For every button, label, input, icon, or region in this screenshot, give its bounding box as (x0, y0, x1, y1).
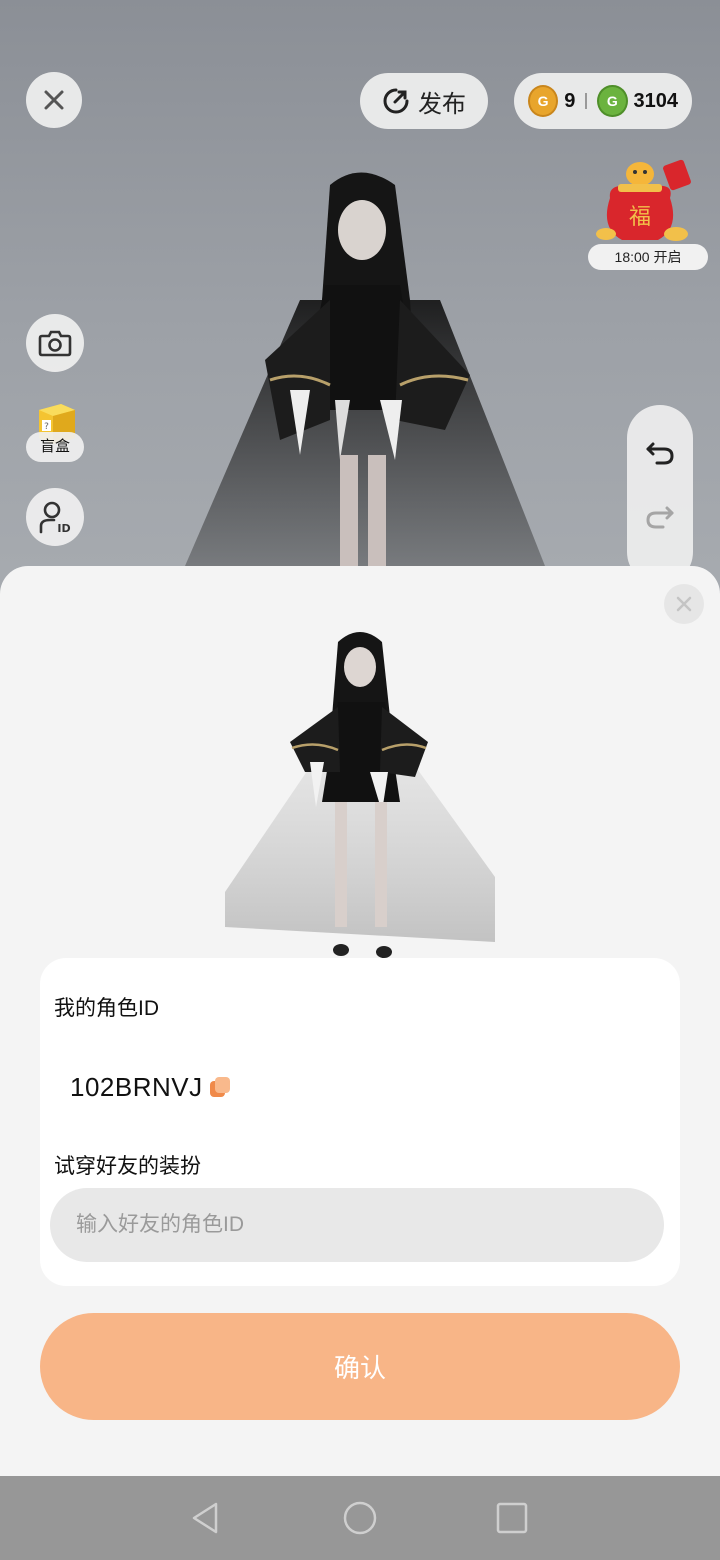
confirm-button[interactable]: 确认 (40, 1313, 680, 1420)
publish-icon (383, 88, 409, 114)
friend-id-input[interactable] (50, 1188, 664, 1262)
blind-box-button[interactable]: ? 盲盒 (26, 396, 86, 466)
undo-redo-panel (627, 405, 693, 585)
try-on-label: 试穿好友的装扮 (54, 1155, 201, 1178)
home-nav-icon[interactable] (342, 1500, 378, 1536)
my-id-value: 102BRNVJ (70, 1072, 203, 1102)
undo-icon (646, 442, 674, 465)
fortune-bag-event[interactable]: 福 18:00 开启 (588, 158, 708, 270)
camera-button[interactable] (26, 314, 84, 372)
sheet-close-button[interactable] (664, 584, 704, 624)
publish-button[interactable]: 发布 (360, 73, 488, 129)
id-badge-text: ID (57, 522, 70, 534)
gold-coin-icon: G (528, 85, 559, 117)
close-icon (676, 596, 692, 612)
avatar-preview (225, 632, 495, 958)
person-id-icon: ID (39, 501, 71, 534)
undo-button[interactable] (640, 433, 680, 473)
svg-text:?: ? (44, 422, 49, 432)
avatar-id-card: 我的角色ID 102BRNVJ 试穿好友的装扮 (40, 958, 680, 1286)
camera-icon (38, 330, 72, 357)
currency-divider (585, 93, 588, 109)
my-id-label: 我的角色ID (54, 997, 159, 1020)
green-coin-icon: G (597, 85, 628, 117)
blind-box-label: 盲盒 (26, 432, 84, 462)
fortune-bag-char: 福 (629, 205, 651, 230)
publish-label: 发布 (418, 90, 466, 118)
close-icon (44, 90, 64, 110)
redo-button[interactable] (640, 497, 680, 537)
fortune-bag-icon: 福 (596, 159, 691, 241)
avatar-id-button[interactable]: ID (26, 488, 84, 546)
green-coin-count: 3104 (633, 89, 679, 112)
copy-icon[interactable] (208, 1075, 232, 1099)
back-nav-icon[interactable] (188, 1500, 224, 1536)
gold-coin-count: 9 (564, 89, 576, 112)
currency-bar[interactable]: G 9 G 3104 (514, 73, 692, 129)
close-button[interactable] (26, 72, 82, 128)
event-time-label: 18:00 开启 (588, 244, 708, 270)
redo-icon (646, 506, 674, 529)
system-nav-bar (0, 1476, 720, 1560)
recents-nav-icon[interactable] (494, 1500, 530, 1536)
